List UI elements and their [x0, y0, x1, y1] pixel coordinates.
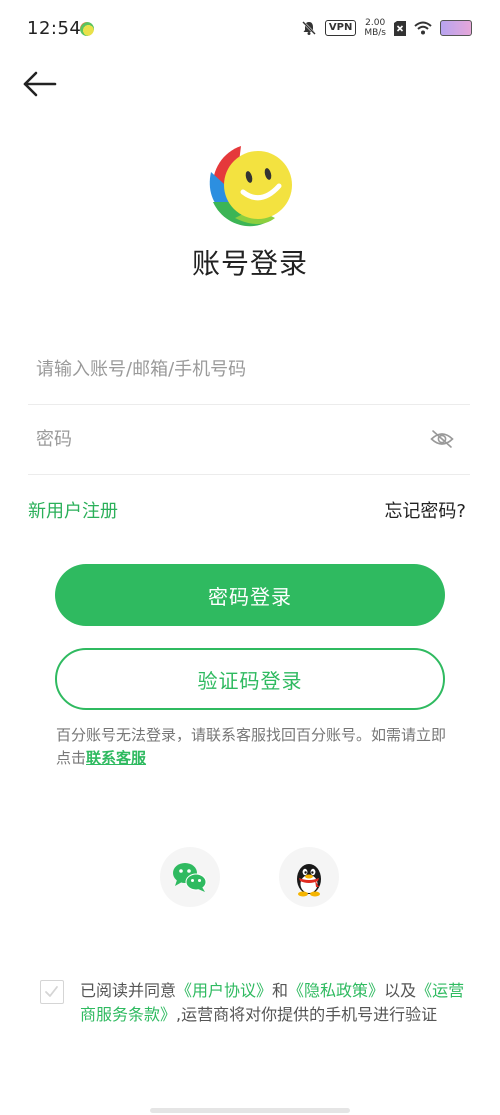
- arrow-left-icon: [23, 71, 57, 97]
- net-speed-unit: MB/s: [364, 28, 386, 38]
- back-button[interactable]: [20, 66, 60, 102]
- account-notice: 百分账号无法登录，请联系客服找回百分账号。如需请立即点击联系客服: [56, 724, 448, 770]
- password-input[interactable]: [36, 404, 416, 474]
- password-field-container: [28, 404, 470, 475]
- agreement-text: 已阅读并同意《用户协议》和《隐私政策》以及《运营商服务条款》,运营商将对你提供的…: [80, 979, 470, 1027]
- wifi-icon: [414, 21, 432, 35]
- forgot-password-link[interactable]: 忘记密码?: [384, 497, 466, 523]
- battery-icon: [440, 20, 472, 36]
- checkmark-icon: [45, 986, 58, 997]
- account-input[interactable]: [36, 334, 416, 404]
- agreement-suffix: ,运营商将对你提供的手机号进行验证: [176, 1005, 438, 1024]
- contact-support-link[interactable]: 联系客服: [86, 749, 146, 767]
- password-visibility-toggle[interactable]: [430, 428, 454, 450]
- net-speed-value: 2.00: [365, 18, 386, 28]
- vpn-badge: VPN: [324, 20, 357, 36]
- network-speed: 2.00 MB/s: [364, 18, 386, 38]
- status-bar: 12:54 VPN 2.00 MB/s: [0, 0, 500, 60]
- code-login-button[interactable]: 验证码登录: [55, 648, 445, 710]
- auth-links: 新用户注册 忘记密码?: [28, 497, 470, 527]
- wechat-icon: [173, 863, 207, 892]
- agreement-also: 以及: [384, 981, 417, 1000]
- qq-penguin-icon: [297, 864, 321, 897]
- agreement-and: 和: [272, 981, 289, 1000]
- account-field-container: [28, 334, 470, 405]
- register-link[interactable]: 新用户注册: [28, 497, 118, 523]
- privacy-policy-link[interactable]: 《隐私政策》: [288, 981, 384, 1000]
- smiley-logo-icon: [209, 146, 292, 227]
- app-notification-icon: [80, 22, 94, 36]
- wechat-login-button[interactable]: [160, 847, 220, 907]
- mute-bell-icon: [302, 21, 316, 35]
- no-sim-icon: [394, 20, 406, 36]
- page-title: 账号登录: [191, 247, 308, 280]
- agreement-prefix: 已阅读并同意: [80, 981, 177, 1000]
- qq-login-button[interactable]: [279, 847, 339, 907]
- status-icons: VPN 2.00 MB/s: [301, 18, 472, 38]
- password-login-button[interactable]: 密码登录: [55, 564, 445, 626]
- user-agreement-link[interactable]: 《用户协议》: [176, 981, 272, 1000]
- home-indicator[interactable]: [150, 1108, 350, 1113]
- status-time: 12:54: [27, 18, 82, 39]
- agreement-checkbox[interactable]: [40, 980, 64, 1004]
- eye-off-icon: [430, 430, 454, 448]
